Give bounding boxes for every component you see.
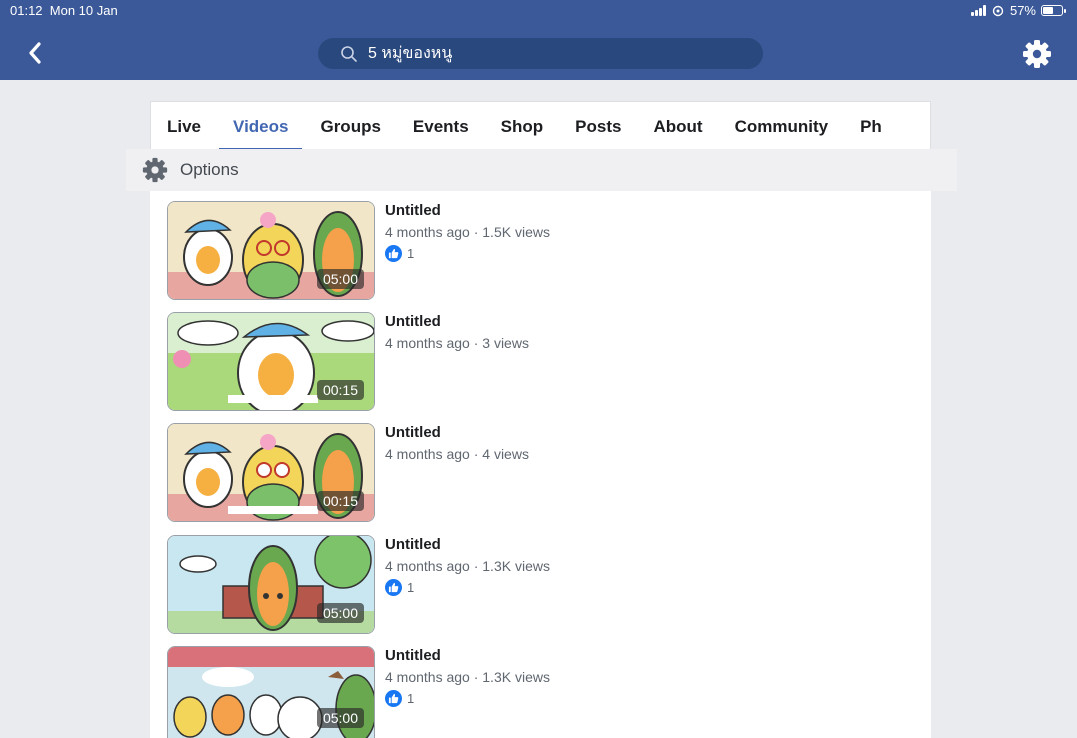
tab-events[interactable]: Events <box>397 102 485 149</box>
content-card: Live Videos Groups Events Shop Posts Abo… <box>150 101 931 738</box>
like-count: 1 <box>407 246 415 261</box>
video-title[interactable]: Untitled <box>385 202 550 219</box>
back-chevron-icon <box>29 42 41 64</box>
video-meta: Untitled 4 months ago · 1.5K views 1 <box>385 201 550 262</box>
search-query: 5 หมู่ของหนู <box>368 45 453 62</box>
video-item[interactable]: 05:00 Untitled 4 months ago · 1.3K views… <box>167 646 867 738</box>
video-meta: Untitled 4 months ago · 4 views <box>385 423 529 462</box>
video-subtitle: 4 months ago · 1.5K views <box>385 224 550 240</box>
like-count: 1 <box>407 691 415 706</box>
video-thumbnail[interactable]: 00:15 <box>167 423 375 522</box>
video-item[interactable]: 05:00 Untitled 4 months ago · 1.5K views… <box>167 201 867 300</box>
video-meta: Untitled 4 months ago · 3 views <box>385 312 529 351</box>
battery-percent: 57% <box>1009 3 1036 18</box>
signal-icon <box>970 5 986 16</box>
video-thumbnail[interactable]: 00:15 <box>167 312 375 411</box>
tab-videos[interactable]: Videos <box>217 102 304 149</box>
options-label: Options <box>180 160 239 179</box>
video-subtitle: 4 months ago · 4 views <box>385 446 529 462</box>
video-duration: 05:00 <box>316 269 364 289</box>
tab-community[interactable]: Community <box>719 102 845 149</box>
like-thumb-icon <box>385 245 402 262</box>
search-icon <box>340 45 358 63</box>
video-duration: 05:00 <box>316 603 364 623</box>
tab-live[interactable]: Live <box>151 102 217 149</box>
video-title[interactable]: Untitled <box>385 536 550 553</box>
battery-icon <box>1041 5 1066 16</box>
video-subtitle: 4 months ago · 1.3K views <box>385 558 550 574</box>
video-duration: 05:00 <box>316 708 364 728</box>
video-title[interactable]: Untitled <box>385 313 529 330</box>
status-clock: 01:12 <box>10 3 43 18</box>
like-count: 1 <box>407 580 415 595</box>
back-button[interactable] <box>22 38 48 68</box>
tab-about[interactable]: About <box>637 102 718 149</box>
status-time: 01:12 Mon 10 Jan <box>10 3 118 18</box>
video-likes: 1 <box>385 245 550 262</box>
video-likes: 1 <box>385 690 550 707</box>
gear-icon <box>1023 40 1051 68</box>
video-duration: 00:15 <box>316 380 364 400</box>
video-item[interactable]: 00:15 Untitled 4 months ago · 3 views <box>167 312 867 411</box>
video-thumbnail[interactable]: 05:00 <box>167 535 375 634</box>
video-title[interactable]: Untitled <box>385 424 529 441</box>
tab-photos[interactable]: Ph <box>844 102 898 149</box>
options-gear-icon <box>142 157 168 183</box>
tab-posts[interactable]: Posts <box>559 102 637 149</box>
tab-bar: Live Videos Groups Events Shop Posts Abo… <box>150 101 931 149</box>
video-item[interactable]: 05:00 Untitled 4 months ago · 1.3K views… <box>167 535 867 634</box>
video-duration: 00:15 <box>316 491 364 511</box>
video-likes: 1 <box>385 579 550 596</box>
video-meta: Untitled 4 months ago · 1.3K views 1 <box>385 535 550 596</box>
rotation-lock-icon <box>992 5 1004 16</box>
battery-fill <box>1043 7 1053 14</box>
video-item[interactable]: 00:15 Untitled 4 months ago · 4 views <box>167 423 867 522</box>
video-title[interactable]: Untitled <box>385 647 550 664</box>
like-thumb-icon <box>385 690 402 707</box>
video-meta: Untitled 4 months ago · 1.3K views 1 <box>385 646 550 707</box>
status-bar: 01:12 Mon 10 Jan 57% <box>0 0 1077 22</box>
status-date: Mon 10 Jan <box>49 3 118 18</box>
search-bar[interactable]: 5 หมู่ของหนู <box>318 38 763 69</box>
video-subtitle: 4 months ago · 1.3K views <box>385 669 550 685</box>
status-right: 57% <box>970 3 1066 18</box>
video-thumbnail[interactable]: 05:00 <box>167 201 375 300</box>
video-thumbnail[interactable]: 05:00 <box>167 646 375 738</box>
options-button[interactable]: Options <box>126 149 957 191</box>
top-bar: 01:12 Mon 10 Jan 57% 5 หมู่ของหนู <box>0 0 1077 80</box>
settings-button[interactable] <box>1021 38 1053 70</box>
video-subtitle: 4 months ago · 3 views <box>385 335 529 351</box>
tab-shop[interactable]: Shop <box>485 102 560 149</box>
like-thumb-icon <box>385 579 402 596</box>
tab-groups[interactable]: Groups <box>304 102 396 149</box>
